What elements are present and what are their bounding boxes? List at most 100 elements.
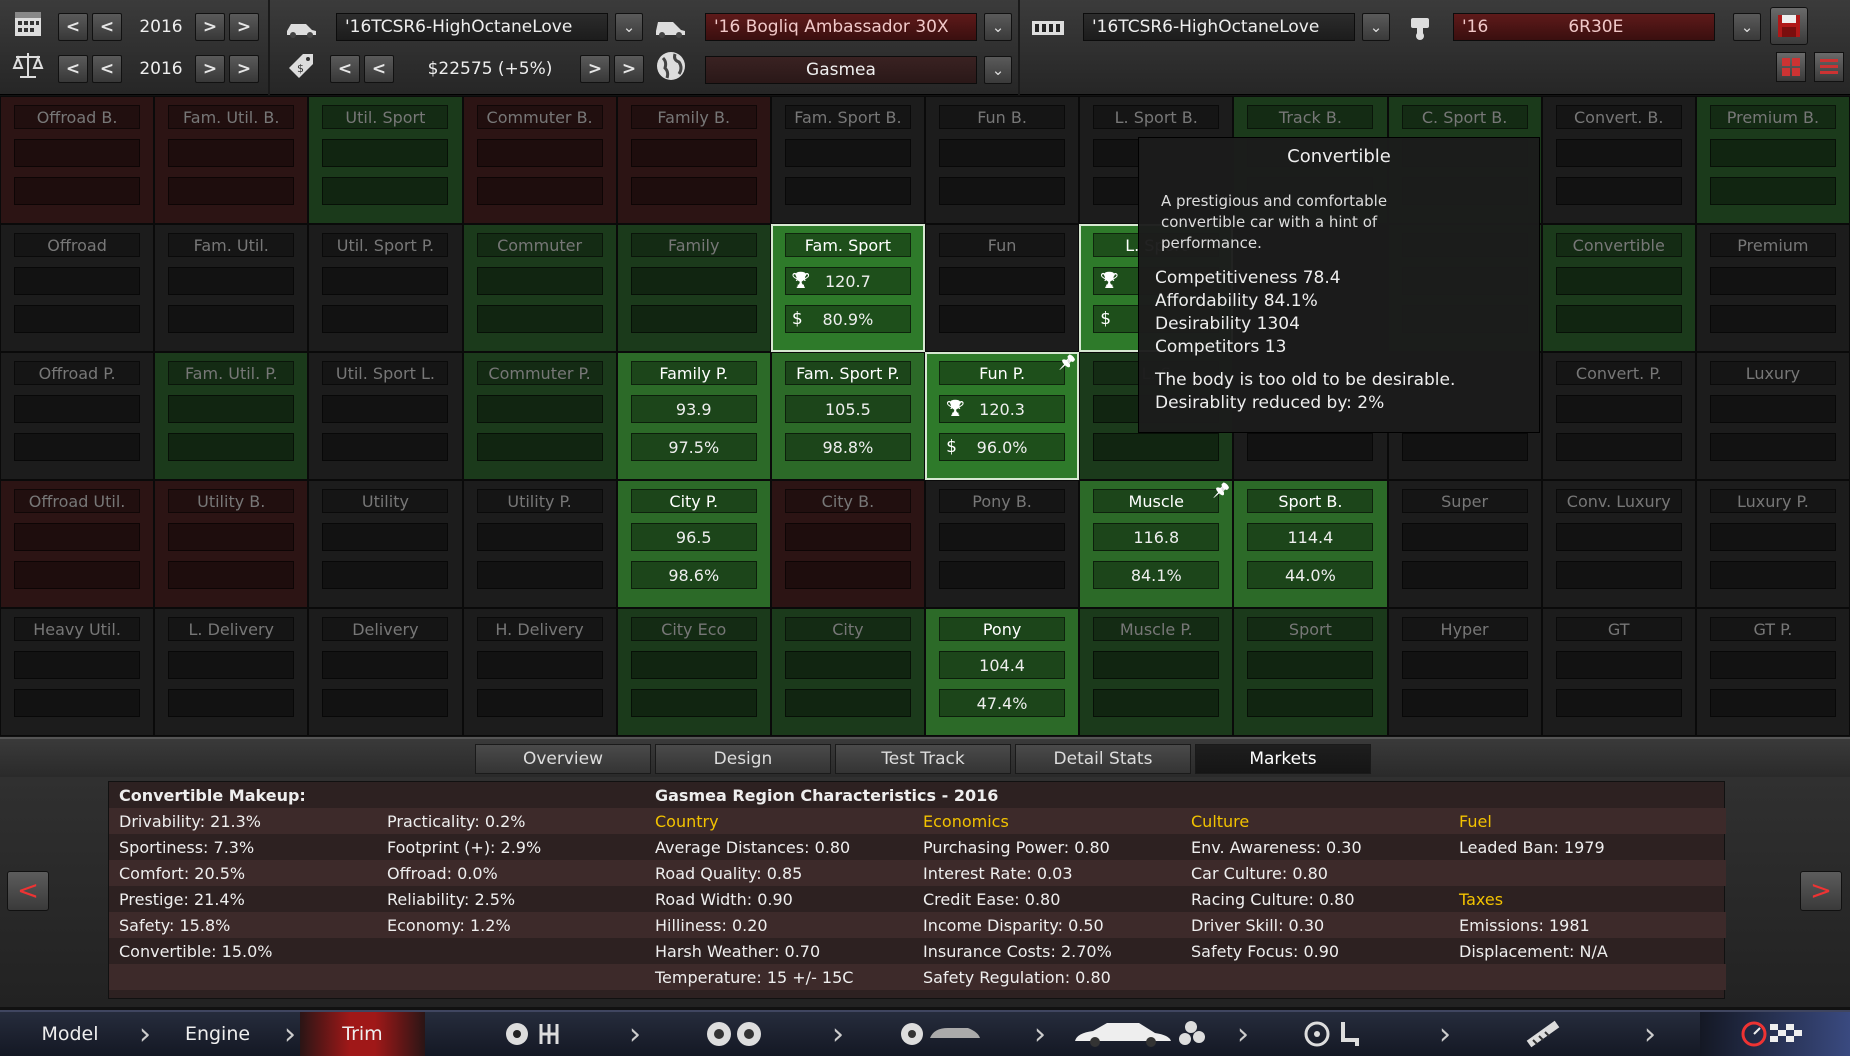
market-cell[interactable]: City Eco — [616, 608, 771, 736]
market-cell[interactable]: Fam. Util. — [154, 224, 309, 352]
car-left-dropdown-button[interactable]: ⌄ — [615, 13, 643, 41]
test-drive-icon[interactable] — [1700, 1012, 1850, 1056]
market-cell[interactable]: Pony B. — [925, 480, 1080, 608]
market-cell[interactable]: City — [770, 608, 925, 736]
year-next-fast-button[interactable]: > — [229, 13, 259, 41]
calendar-icon[interactable] — [10, 5, 46, 41]
tab-design[interactable]: Design — [655, 744, 831, 774]
market-cell[interactable]: Family P. 93.9 97.5% — [616, 352, 771, 480]
wheels-icon[interactable] — [700, 1018, 770, 1050]
market-cell[interactable]: Heavy Util. — [0, 608, 155, 736]
market-cell[interactable]: Offroad Util. — [0, 480, 155, 608]
tab-test-track[interactable]: Test Track — [835, 744, 1011, 774]
tab-overview[interactable]: Overview — [475, 744, 651, 774]
year2-next-fast-button[interactable]: > — [229, 55, 259, 83]
market-cell[interactable]: Fam. Sport 🏆 120.7 $80.9% — [770, 224, 925, 352]
prev-page-button[interactable]: < — [7, 871, 49, 911]
market-cell[interactable]: Fam. Sport B. — [770, 96, 925, 224]
suspension-icon[interactable] — [895, 1018, 985, 1050]
engine-left-select[interactable]: '16TCSR6-HighOctaneLove — [1083, 13, 1355, 41]
market-cell[interactable]: Sport B. 114.4 44.0% — [1233, 480, 1388, 608]
gearbox-icon[interactable] — [500, 1018, 570, 1050]
toolbar-row-2: < < 2016 > > $ < < $22575 (+5%) > > Gasm… — [0, 50, 1850, 94]
nav-model[interactable]: Model — [0, 1012, 140, 1056]
market-cell[interactable]: Luxury — [1695, 352, 1850, 480]
engine-left-dropdown-button[interactable]: ⌄ — [1362, 13, 1390, 41]
market-cell[interactable]: Util. Sport L. — [308, 352, 463, 480]
market-cell[interactable]: Convert. B. — [1541, 96, 1696, 224]
market-cell[interactable]: Hyper — [1387, 608, 1542, 736]
price-next-fast-button[interactable]: > — [614, 55, 644, 83]
tab-detail-stats[interactable]: Detail Stats — [1015, 744, 1191, 774]
market-cell[interactable]: Muscle 116.8 84.1% 📌 — [1079, 480, 1234, 608]
market-cell[interactable]: Premium B. — [1695, 96, 1850, 224]
market-cell[interactable]: Util. Sport P. — [308, 224, 463, 352]
market-cell[interactable]: Fam. Util. P. — [154, 352, 309, 480]
market-cell[interactable]: L. Delivery — [154, 608, 309, 736]
market-cell[interactable]: Luxury P. — [1695, 480, 1850, 608]
price-prev-button[interactable]: < — [364, 55, 394, 83]
market-cell[interactable]: Fun B. — [925, 96, 1080, 224]
engine-right-select[interactable]: '16 6R30E — [1453, 13, 1715, 41]
price-prev-fast-button[interactable]: < — [330, 55, 360, 83]
market-cell[interactable]: Utility B. — [154, 480, 309, 608]
exhaust-icon[interactable] — [1520, 1018, 1570, 1050]
market-cell[interactable]: Family B. — [616, 96, 771, 224]
price-next-button[interactable]: > — [580, 55, 610, 83]
market-cell[interactable]: Utility — [308, 480, 463, 608]
car-right-dropdown-button[interactable]: ⌄ — [984, 13, 1012, 41]
market-cell[interactable]: GT — [1541, 608, 1696, 736]
tab-markets[interactable]: Markets — [1195, 744, 1371, 774]
next-page-button[interactable]: > — [1800, 871, 1842, 911]
market-cell[interactable]: Super — [1387, 480, 1542, 608]
list-view-icon[interactable] — [1814, 52, 1844, 82]
market-cell[interactable]: Fam. Sport P. 105.5 98.8% — [770, 352, 925, 480]
dollar-icon: $ — [1100, 309, 1112, 329]
year2-prev-fast-button[interactable]: < — [58, 55, 88, 83]
market-cell[interactable]: Sport — [1233, 608, 1388, 736]
car-left-select[interactable]: '16TCSR6-HighOctaneLove — [336, 13, 608, 41]
market-cell[interactable]: Family — [616, 224, 771, 352]
market-cell[interactable]: Convertible — [1541, 224, 1696, 352]
market-cell[interactable]: GT P. — [1695, 608, 1850, 736]
car-right-select[interactable]: '16 Bogliq Ambassador 30X — [705, 13, 977, 41]
market-cell[interactable]: Fun P. 🏆 120.3 $96.0% 📌 — [925, 352, 1080, 480]
market-cell[interactable]: Offroad P. — [0, 352, 155, 480]
year2-prev-button[interactable]: < — [92, 55, 122, 83]
save-icon[interactable] — [1770, 7, 1808, 45]
market-cell[interactable]: Offroad — [0, 224, 155, 352]
region-select[interactable]: Gasmea — [705, 56, 977, 84]
market-cell[interactable]: Commuter — [462, 224, 617, 352]
market-cell[interactable]: Util. Sport — [308, 96, 463, 224]
market-cell[interactable]: Fun — [925, 224, 1080, 352]
market-cell[interactable]: City B. — [770, 480, 925, 608]
market-cell[interactable]: Fam. Util. B. — [154, 96, 309, 224]
year-prev-button[interactable]: < — [92, 13, 122, 41]
market-cell[interactable]: Pony 104.4 47.4% — [925, 608, 1080, 736]
price-value: $22575 (+5%) — [427, 59, 553, 79]
market-cell[interactable]: Utility P. — [462, 480, 617, 608]
market-cell[interactable]: Offroad B. — [0, 96, 155, 224]
market-cell[interactable]: H. Delivery — [462, 608, 617, 736]
engine-right-dropdown-button[interactable]: ⌄ — [1733, 13, 1761, 41]
nav-trim[interactable]: Trim — [300, 1012, 425, 1056]
market-cell[interactable]: Conv. Luxury — [1541, 480, 1696, 608]
market-cell[interactable]: Delivery — [308, 608, 463, 736]
year-next-button[interactable]: > — [195, 13, 225, 41]
pin-icon[interactable]: 📌 — [1213, 483, 1230, 499]
year-prev-fast-button[interactable]: < — [58, 13, 88, 41]
nav-engine[interactable]: Engine — [155, 1012, 280, 1056]
market-cell[interactable]: Convert. P. — [1541, 352, 1696, 480]
region-dropdown-button[interactable]: ⌄ — [984, 56, 1012, 84]
market-cell[interactable]: Commuter B. — [462, 96, 617, 224]
market-cell[interactable]: City P. 96.5 98.6% — [616, 480, 771, 608]
body-icon[interactable] — [1070, 1018, 1210, 1050]
market-cell[interactable]: Commuter P. — [462, 352, 617, 480]
market-cell[interactable]: Muscle P. — [1079, 608, 1234, 736]
interior-icon[interactable] — [1300, 1018, 1370, 1050]
year2-next-button[interactable]: > — [195, 55, 225, 83]
info-item: Footprint (+): 2.9% — [387, 838, 542, 857]
grid-view-icon[interactable] — [1776, 52, 1806, 82]
market-cell[interactable]: Premium — [1695, 224, 1850, 352]
pin-icon[interactable]: 📌 — [1059, 355, 1076, 371]
